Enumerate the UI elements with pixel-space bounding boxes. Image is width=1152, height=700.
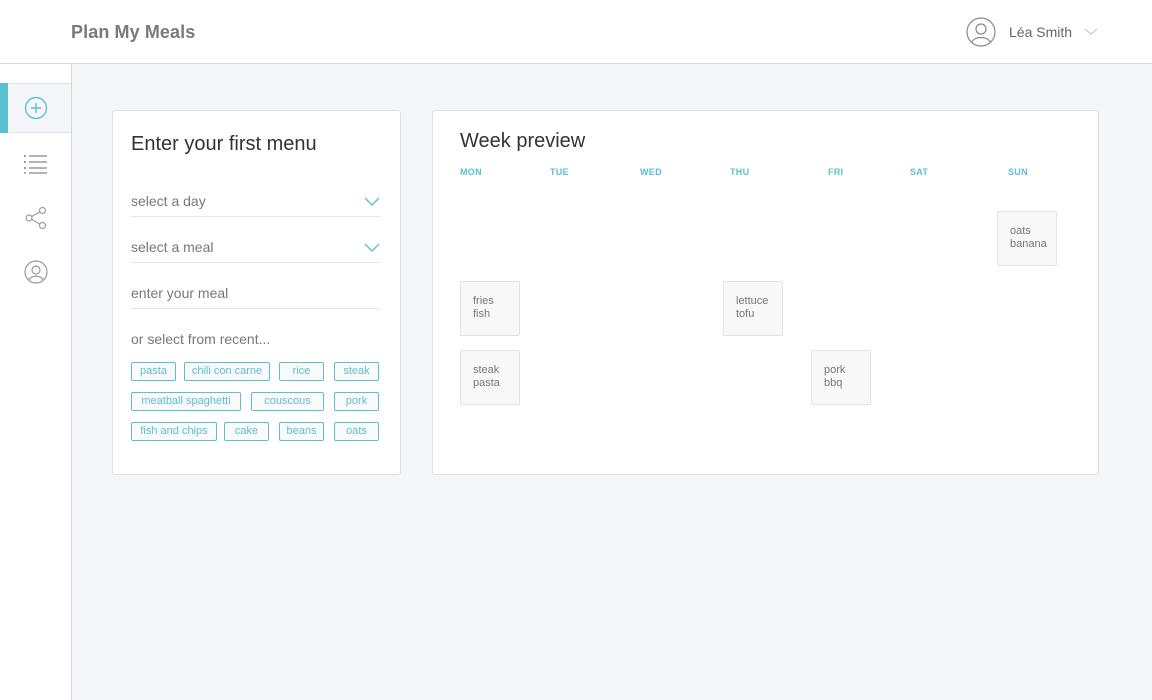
- week-preview-title: Week preview: [460, 130, 586, 152]
- top-bar: Plan My Meals Léa Smith: [0, 0, 1152, 64]
- menu-card-title: Enter your first menu: [131, 133, 317, 155]
- meal-slot-mon[interactable]: steak pasta: [460, 350, 520, 405]
- app-title: Plan My Meals: [71, 22, 196, 42]
- day-label-thu: THU: [730, 167, 750, 177]
- recent-chip[interactable]: meatball spaghetti: [131, 392, 241, 411]
- plus-circle-icon: [24, 96, 47, 120]
- recent-chip[interactable]: pasta: [131, 362, 176, 381]
- meal-item: fish: [473, 308, 491, 320]
- recent-chip[interactable]: beans: [279, 422, 324, 441]
- user-menu[interactable]: Léa Smith: [966, 17, 1098, 47]
- meal-item: steak: [473, 364, 500, 376]
- meal-item: pork: [824, 364, 846, 376]
- meal-slot-sun[interactable]: oats banana: [997, 211, 1057, 266]
- meal-item: pasta: [473, 377, 500, 389]
- recent-chip[interactable]: couscous: [251, 392, 324, 411]
- recent-chip[interactable]: pork: [334, 392, 379, 411]
- day-select-value: select a day: [131, 193, 206, 209]
- recent-chip[interactable]: oats: [334, 422, 379, 441]
- recent-chip[interactable]: chili con carne: [184, 362, 270, 381]
- user-name[interactable]: Léa Smith: [1009, 24, 1072, 40]
- day-label-wed: WED: [640, 167, 662, 177]
- sidebar-item-list[interactable]: [0, 139, 71, 189]
- meal-input-field: [131, 273, 380, 309]
- day-label-mon: MON: [460, 167, 482, 177]
- sidebar-item-add[interactable]: [0, 83, 71, 133]
- meal-item: banana: [1010, 238, 1047, 250]
- chevron-down-icon: [364, 197, 380, 206]
- share-icon: [24, 206, 46, 230]
- day-label-sun: SUN: [1008, 167, 1028, 177]
- meal-select[interactable]: select a meal: [131, 227, 380, 263]
- day-label-tue: TUE: [550, 167, 569, 177]
- menu-entry-card: Enter your first menu select a day selec…: [112, 110, 401, 475]
- meal-item: tofu: [736, 308, 755, 320]
- meal-item: bbq: [824, 377, 843, 389]
- sidebar-item-profile[interactable]: [0, 247, 71, 297]
- meal-select-value: select a meal: [131, 239, 214, 255]
- day-select[interactable]: select a day: [131, 181, 380, 217]
- sidebar-item-share[interactable]: [0, 193, 71, 243]
- recent-chip[interactable]: fish and chips: [131, 422, 217, 441]
- meal-item: oats: [1010, 225, 1031, 237]
- list-icon: [23, 155, 47, 174]
- meal-slot-mon[interactable]: fries fish: [460, 281, 520, 336]
- recent-chip[interactable]: steak: [334, 362, 379, 381]
- user-circle-icon: [23, 260, 48, 284]
- sidebar: [0, 64, 72, 700]
- recent-label: or select from recent...: [131, 331, 271, 347]
- week-preview-card: Week preview MON TUE WED THU FRI SAT SUN…: [432, 110, 1099, 475]
- recent-chip[interactable]: cake: [224, 422, 269, 441]
- recent-chip[interactable]: rice: [279, 362, 324, 381]
- user-avatar-icon[interactable]: [966, 17, 996, 47]
- day-label-fri: FRI: [828, 167, 844, 177]
- day-label-sat: SAT: [910, 167, 929, 177]
- chevron-down-icon[interactable]: [1084, 25, 1098, 39]
- meal-item: fries: [473, 295, 494, 307]
- meal-item: lettuce: [736, 295, 769, 307]
- chevron-down-icon: [364, 243, 380, 252]
- meal-input[interactable]: [131, 281, 380, 305]
- meal-slot-thu[interactable]: lettuce tofu: [723, 281, 783, 336]
- meal-slot-fri[interactable]: pork bbq: [811, 350, 871, 405]
